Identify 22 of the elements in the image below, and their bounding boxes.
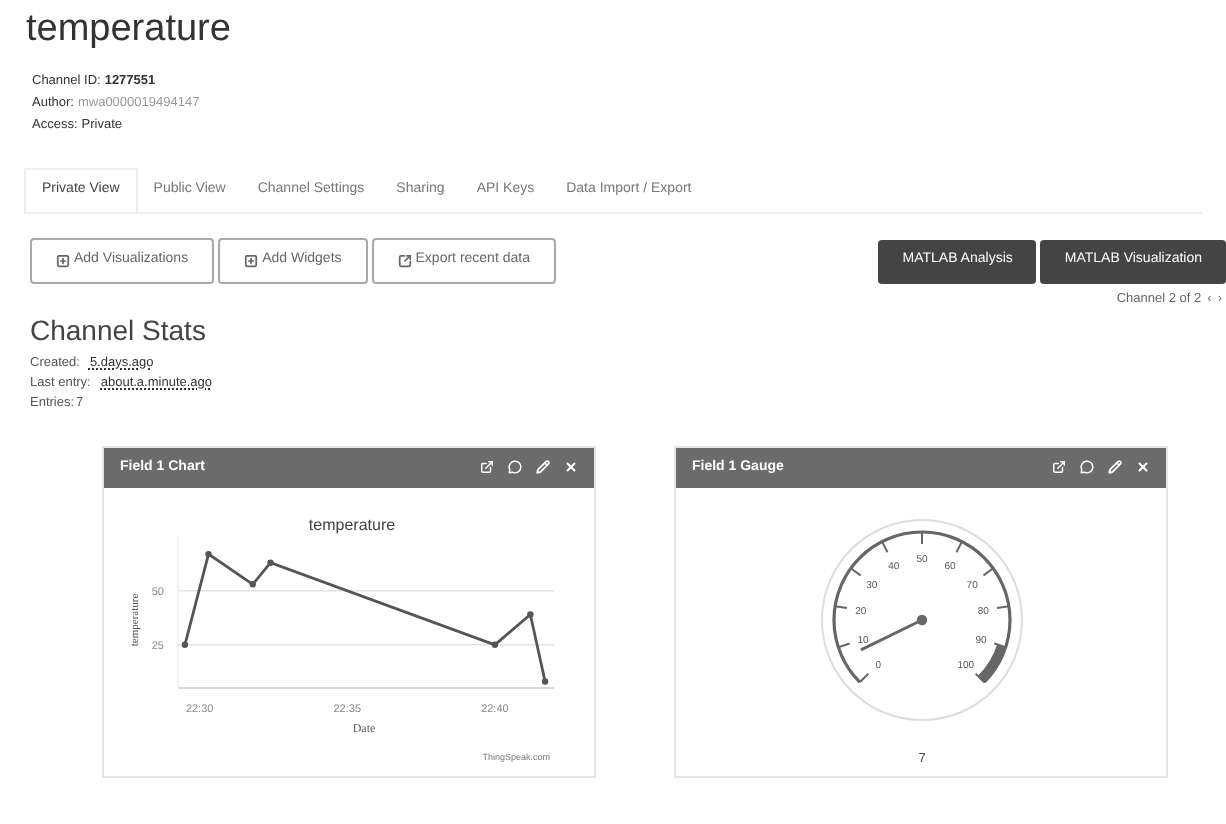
data-point: [205, 550, 212, 557]
edit-icon[interactable]: [536, 460, 550, 475]
data-point: [527, 610, 534, 618]
external-link-icon[interactable]: [1052, 460, 1066, 475]
data-point: [541, 677, 549, 685]
export-icon: [397, 254, 412, 268]
add-icon: [244, 254, 259, 268]
edit-icon[interactable]: [1108, 460, 1122, 475]
data-point: [181, 641, 189, 648]
comment-icon[interactable]: [1080, 460, 1094, 475]
add-icon: [56, 254, 70, 268]
comment-icon[interactable]: [508, 460, 522, 475]
data-point: [249, 580, 256, 587]
page-title: temperature: [26, 6, 233, 54]
close-icon[interactable]: [1136, 460, 1150, 475]
data-point: [491, 641, 499, 648]
chart-title: temperature: [308, 515, 396, 534]
external-link-icon[interactable]: [480, 460, 494, 475]
section-heading: Channel Stats: [30, 311, 208, 348]
close-icon[interactable]: [564, 460, 578, 475]
data-point: [267, 559, 274, 566]
gauge-needle: [859, 614, 927, 651]
